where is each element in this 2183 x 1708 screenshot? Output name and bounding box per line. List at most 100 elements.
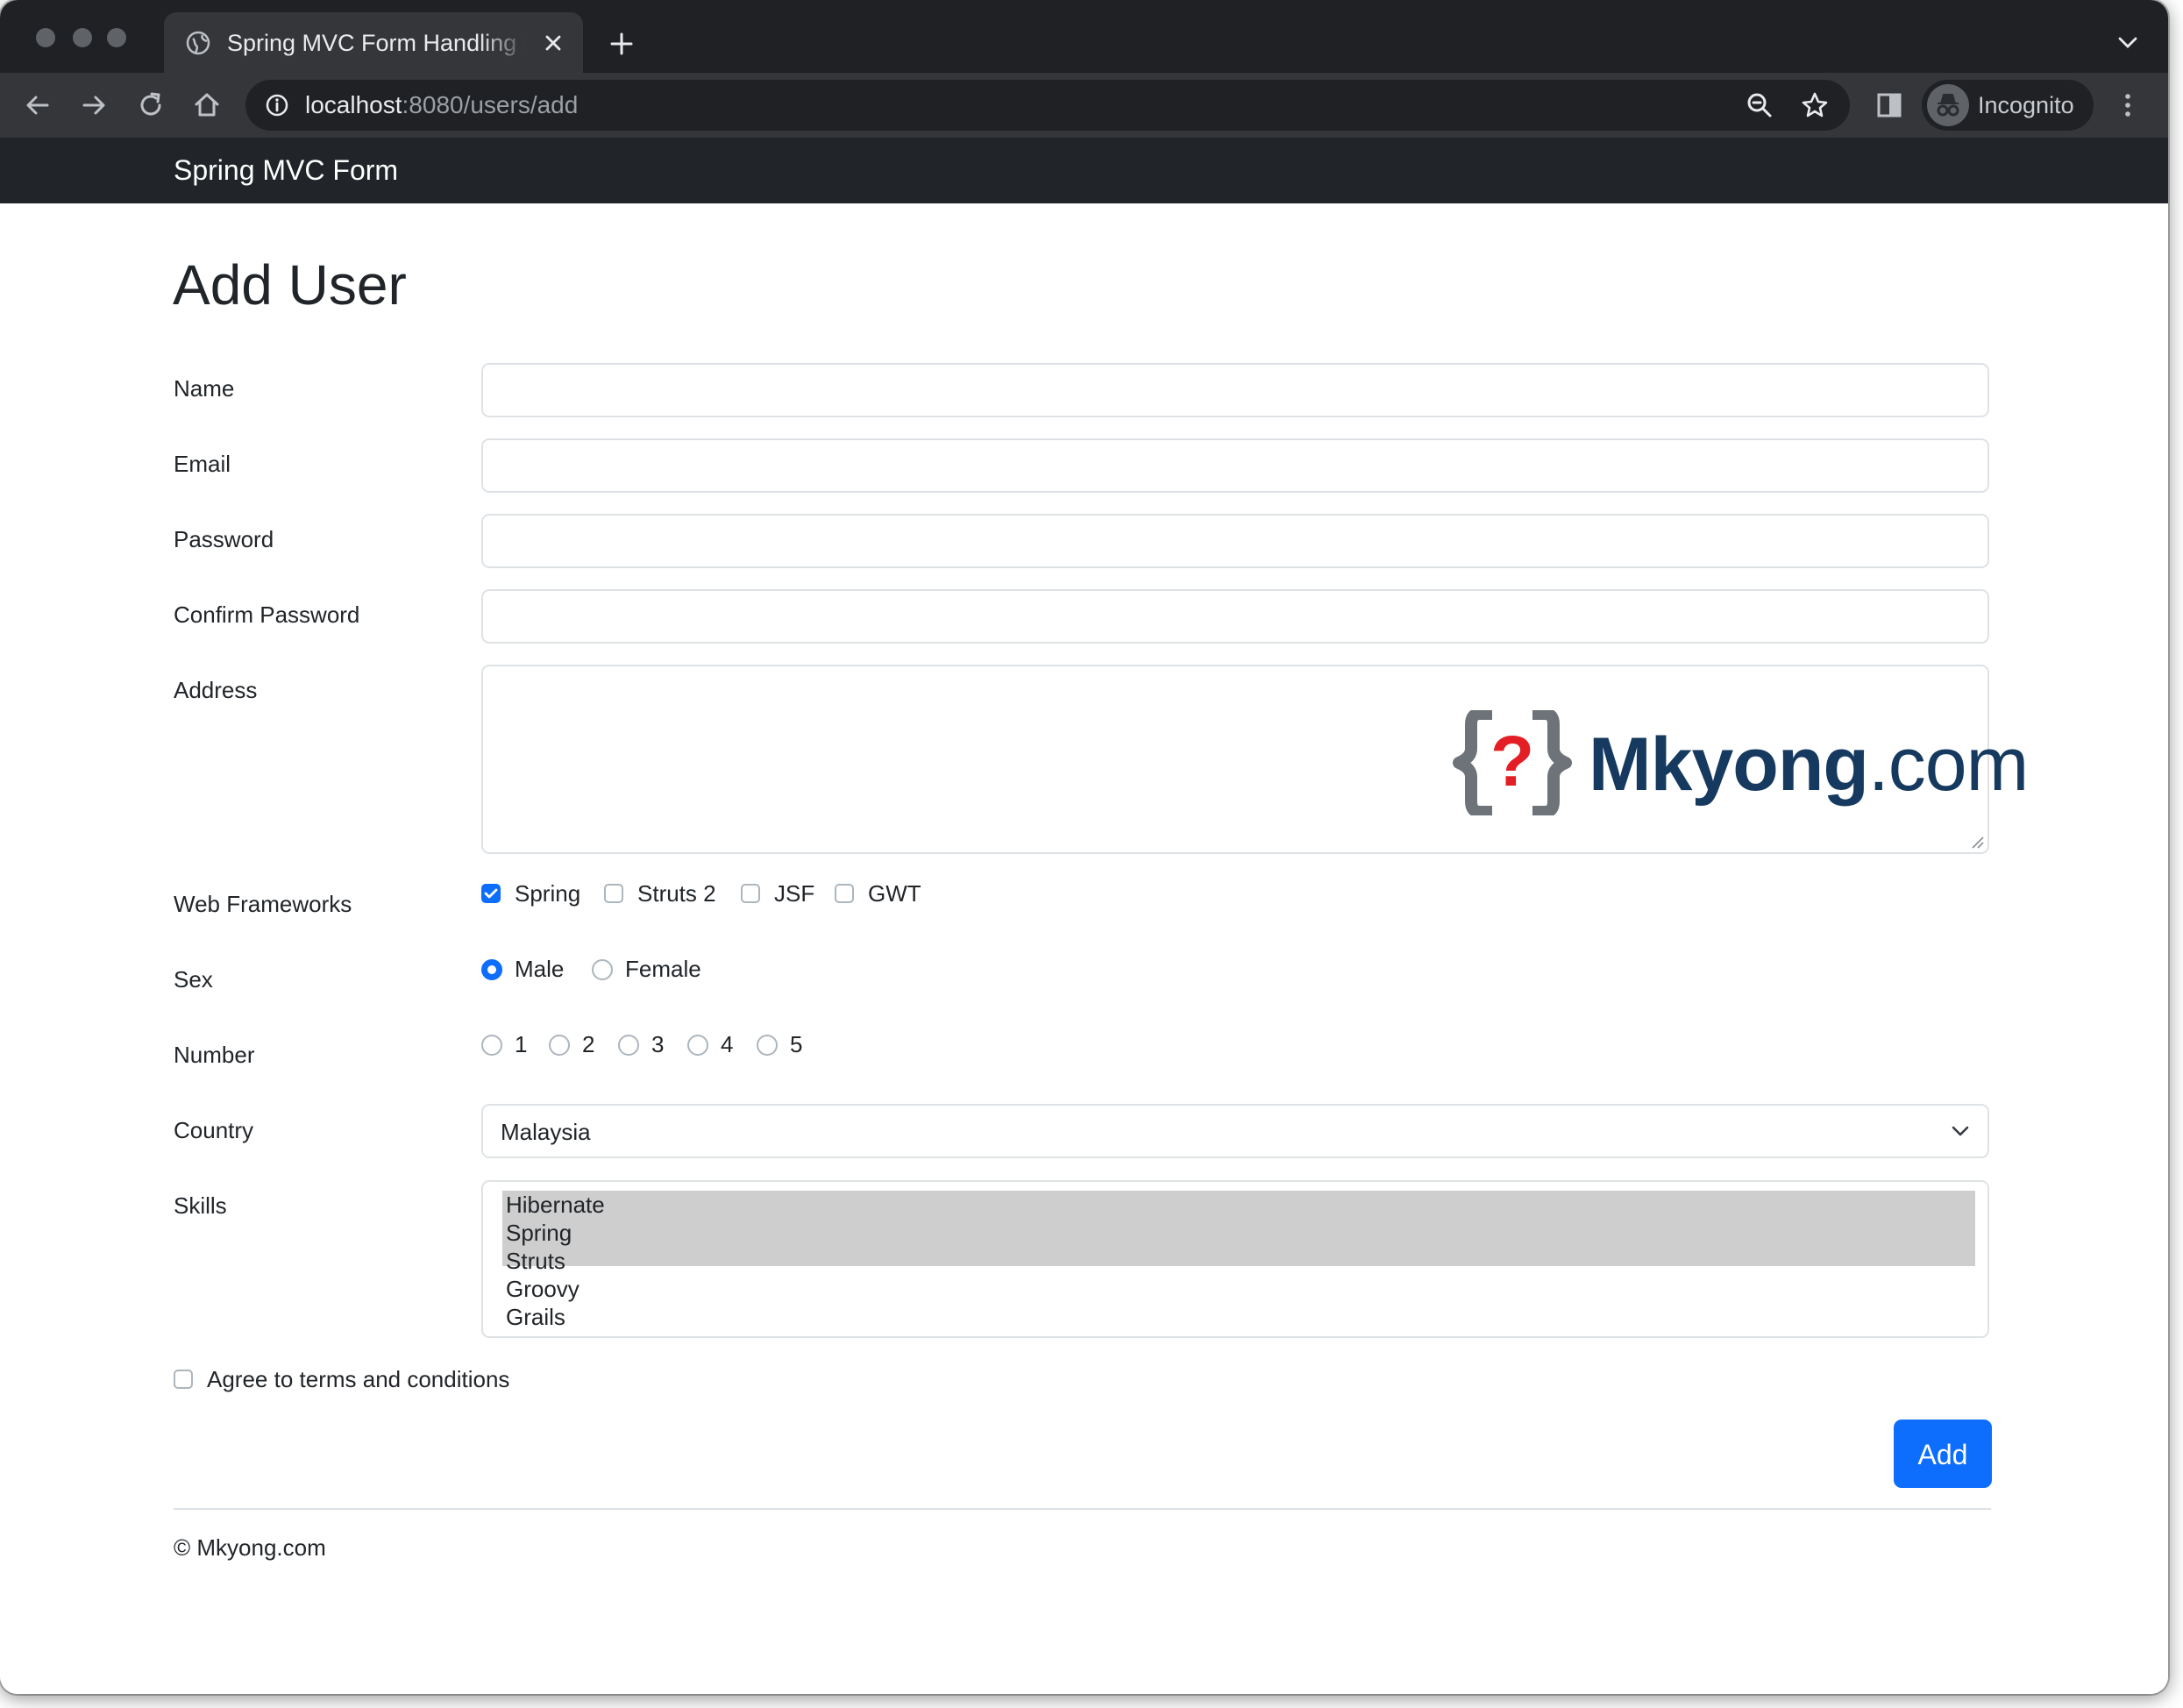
url-path: :8080/users/add (402, 91, 579, 118)
name-input[interactable] (481, 363, 1989, 417)
number-4-radio[interactable] (687, 1035, 708, 1056)
browser-toolbar: localhost:8080/users/add Incognito (0, 73, 2168, 138)
sex-label: Sex (174, 966, 213, 993)
zoom-icon[interactable] (1745, 90, 1774, 120)
number-2[interactable]: 2 (549, 1029, 601, 1059)
number-3-label: 3 (651, 1031, 665, 1057)
footer-divider (174, 1508, 1991, 1510)
active-tab[interactable]: Spring MVC Form Handling Example (164, 12, 583, 73)
terms-option[interactable]: Agree to terms and conditions (174, 1364, 542, 1394)
tab-search-chevron-icon[interactable] (2116, 35, 2139, 51)
terms-checkbox[interactable] (174, 1370, 193, 1389)
framework-jsf-label: JSF (774, 880, 815, 907)
number-group: 1 2 3 4 5 (481, 1029, 832, 1059)
country-selected-value: Malaysia (501, 1119, 591, 1145)
tab-close-icon[interactable] (543, 32, 564, 53)
sex-female-radio[interactable] (592, 959, 613, 980)
framework-struts2-checkbox[interactable] (604, 884, 623, 903)
incognito-profile-button[interactable]: Incognito (1922, 80, 2094, 131)
number-3[interactable]: 3 (618, 1029, 671, 1059)
footer-text: © Mkyong.com (174, 1534, 326, 1561)
sex-group: Male Female (481, 954, 744, 984)
number-4[interactable]: 4 (687, 1029, 740, 1059)
site-navbar: Spring MVC Form (0, 138, 2168, 203)
sex-female[interactable]: Female (592, 954, 715, 984)
tab-title-fade (480, 25, 529, 60)
country-select[interactable]: Malaysia (481, 1104, 1989, 1158)
profile-label: Incognito (1978, 92, 2074, 118)
confirm-password-input[interactable] (481, 589, 1989, 644)
skill-option[interactable]: Groovy (502, 1275, 1975, 1303)
number-2-label: 2 (582, 1031, 595, 1057)
framework-spring-checkbox[interactable] (481, 884, 501, 903)
password-label: Password (174, 526, 274, 552)
framework-struts2-label: Struts 2 (637, 880, 716, 907)
logo-wordmark: Mkyong.com (1589, 721, 2029, 808)
side-panel-icon[interactable] (1874, 90, 1904, 120)
framework-jsf-checkbox[interactable] (741, 884, 760, 903)
logo-question-mark: ? (1490, 722, 1534, 801)
framework-gwt[interactable]: GWT (835, 879, 940, 908)
star-icon[interactable] (1800, 90, 1830, 120)
home-icon[interactable] (192, 90, 222, 120)
number-5[interactable]: 5 (757, 1029, 809, 1059)
email-input[interactable] (481, 438, 1989, 493)
back-icon[interactable] (23, 90, 53, 120)
sex-female-label: Female (625, 956, 701, 982)
skill-option[interactable]: Struts (502, 1247, 1975, 1274)
forward-icon[interactable] (79, 90, 109, 120)
number-3-radio[interactable] (618, 1035, 639, 1056)
email-label: Email (174, 451, 231, 477)
confirm-password-label: Confirm Password (174, 601, 360, 628)
globe-icon (186, 31, 210, 55)
logo-brand: Mkyong (1589, 722, 1869, 807)
address-label: Address (174, 677, 258, 703)
sex-male[interactable]: Male (481, 954, 587, 984)
chevron-down-icon (1952, 1126, 1969, 1136)
url-host: localhost (305, 91, 402, 118)
logo-tld: .com (1867, 722, 2029, 807)
add-button[interactable]: Add (1894, 1420, 1992, 1488)
skill-option[interactable]: Spring (502, 1219, 1975, 1247)
name-label: Name (174, 375, 235, 402)
skills-multiselect[interactable]: Hibernate Spring Struts Groovy Grails (481, 1180, 1989, 1338)
brace-question-icon: ? (1453, 710, 1572, 815)
number-1[interactable]: 1 (481, 1029, 534, 1059)
framework-spring[interactable]: Spring (481, 879, 595, 908)
tab-strip: Spring MVC Form Handling Example (0, 0, 2168, 73)
terms-label: Agree to terms and conditions (207, 1366, 510, 1392)
skill-option[interactable]: Hibernate (502, 1191, 1975, 1219)
number-4-label: 4 (721, 1031, 734, 1057)
menu-icon[interactable] (2113, 90, 2143, 120)
number-label: Number (174, 1042, 255, 1068)
number-1-label: 1 (515, 1031, 528, 1057)
skills-label: Skills (174, 1192, 227, 1219)
framework-struts2[interactable]: Struts 2 (604, 879, 727, 908)
new-tab-icon[interactable] (609, 32, 634, 56)
skill-option[interactable]: Grails (502, 1303, 1975, 1331)
window-close-dot[interactable] (36, 28, 55, 47)
number-2-radio[interactable] (549, 1035, 570, 1056)
number-1-radio[interactable] (481, 1035, 502, 1056)
window-zoom-dot[interactable] (107, 28, 126, 47)
navbar-brand[interactable]: Spring MVC Form (174, 153, 398, 188)
window-minimize-dot[interactable] (73, 28, 92, 47)
checkmark-icon (484, 888, 498, 899)
framework-gwt-checkbox[interactable] (835, 884, 854, 903)
password-input[interactable] (481, 514, 1989, 568)
url-text[interactable]: localhost:8080/users/add (305, 89, 578, 122)
page-content: Add User Name Email Password Confirm Pas… (0, 203, 2168, 1694)
info-icon[interactable] (265, 93, 289, 117)
page-title: Add User (173, 253, 407, 317)
resize-handle-icon[interactable] (1970, 835, 1984, 849)
address-bar[interactable]: localhost:8080/users/add (245, 80, 1850, 131)
number-5-label: 5 (790, 1031, 803, 1057)
frameworks-group: Spring Struts 2 JSF GWT (481, 879, 972, 908)
framework-jsf[interactable]: JSF (741, 879, 828, 908)
mkyong-logo-watermark: ? Mkyong.com (1447, 708, 2029, 822)
sex-male-radio[interactable] (481, 959, 502, 980)
browser-window: Spring MVC Form Handling Example (0, 0, 2168, 1694)
framework-gwt-label: GWT (868, 880, 921, 907)
number-5-radio[interactable] (757, 1035, 778, 1056)
reload-icon[interactable] (136, 90, 166, 120)
